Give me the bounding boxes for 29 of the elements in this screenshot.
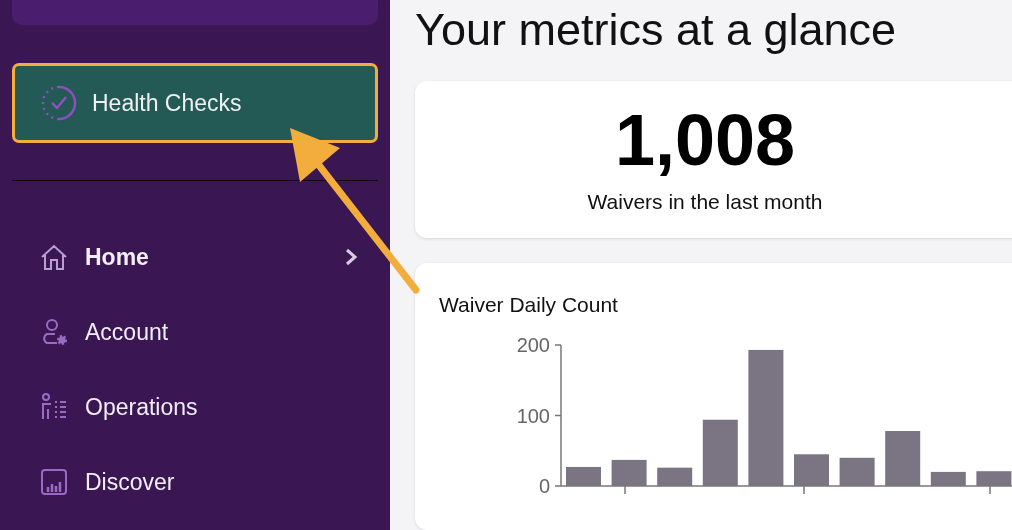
nav-label: Account xyxy=(85,318,170,346)
nav-item[interactable]: Home xyxy=(39,233,358,281)
bar xyxy=(566,466,601,486)
nav-label: Discover xyxy=(85,468,176,496)
y-tick-label: 200 xyxy=(516,334,550,356)
health-checks-button[interactable]: Health Checks xyxy=(12,63,378,143)
nav-item[interactable]: Discover xyxy=(39,458,358,506)
chart-title: Waiver Daily Count xyxy=(439,292,619,317)
bar xyxy=(794,453,829,486)
nav-label: Home xyxy=(85,243,150,271)
y-tick-label: 0 xyxy=(538,474,550,497)
presenter-list-icon xyxy=(39,392,69,422)
bar xyxy=(930,471,966,486)
page-title: Your metrics at a glance xyxy=(415,4,898,56)
nav-item[interactable]: Operations xyxy=(39,383,358,431)
stat-value: 1,008 xyxy=(614,104,796,177)
bar xyxy=(611,459,647,486)
bar xyxy=(976,470,1012,486)
nav-item[interactable]: Account xyxy=(39,308,358,356)
bar xyxy=(839,457,875,486)
bar xyxy=(702,419,738,486)
y-tick-label: 100 xyxy=(516,404,550,427)
bar xyxy=(885,430,921,486)
check-circle-icon xyxy=(40,84,78,122)
bar-chart-icon xyxy=(39,467,69,497)
house-icon xyxy=(39,242,69,272)
stat-label: Waivers in the last month xyxy=(587,190,823,215)
nav-label: Operations xyxy=(85,393,199,421)
bar xyxy=(657,467,693,486)
